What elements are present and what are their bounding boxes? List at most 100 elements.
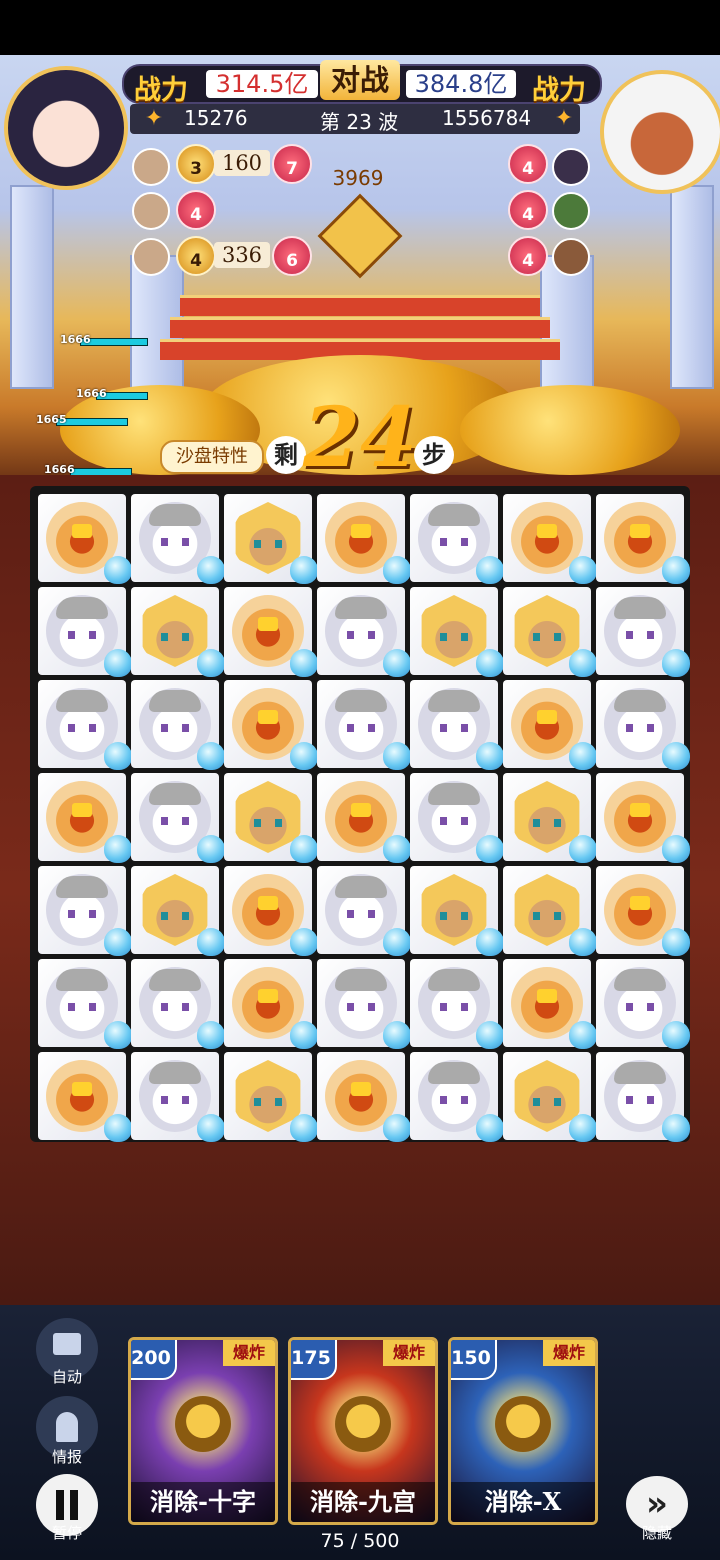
board-cell[interactable]: [410, 494, 504, 584]
board-cell[interactable]: [410, 773, 504, 863]
board-cell[interactable]: [317, 959, 411, 1049]
card-cost: 200: [131, 1340, 177, 1380]
star-icon: ✦: [554, 106, 574, 131]
slime-icon: [383, 928, 411, 956]
slime-icon: [104, 649, 132, 677]
slime-icon: [197, 556, 225, 584]
right-score: 1556784: [442, 106, 532, 130]
board-cell[interactable]: [317, 1052, 411, 1142]
board-cell[interactable]: [131, 587, 225, 677]
slime-icon: [569, 556, 597, 584]
opponent-avatar[interactable]: [600, 70, 720, 194]
board-cell[interactable]: [596, 1052, 690, 1142]
card-name: 消除-十字: [131, 1482, 275, 1522]
board-cell[interactable]: [131, 1052, 225, 1142]
castle-pillar: [670, 185, 714, 389]
enemy-skull-badge: 7: [272, 144, 312, 184]
board-cell[interactable]: [410, 866, 504, 956]
board-cell[interactable]: [38, 587, 132, 677]
board-cell[interactable]: [596, 680, 690, 770]
right-power-label: 战力: [532, 75, 586, 106]
skull-icon: [335, 1396, 391, 1452]
player-avatar[interactable]: [4, 66, 128, 190]
pause-icon: [56, 1490, 64, 1520]
board-cell[interactable]: [503, 866, 597, 956]
board-cell[interactable]: [224, 587, 318, 677]
board-cell[interactable]: [317, 494, 411, 584]
enemy-avatar[interactable]: [552, 238, 590, 276]
slime-icon: [476, 1114, 504, 1142]
board-cell[interactable]: [410, 680, 504, 770]
slime-icon: [383, 1021, 411, 1049]
board-cell[interactable]: [224, 494, 318, 584]
board-cell[interactable]: [131, 866, 225, 956]
board-cell[interactable]: [410, 959, 504, 1049]
slime-icon: [476, 928, 504, 956]
board-cell[interactable]: [224, 1052, 318, 1142]
skill-card[interactable]: 150 爆炸 消除-X: [448, 1337, 598, 1525]
board-cell[interactable]: [38, 866, 132, 956]
board-cell[interactable]: [596, 866, 690, 956]
board-cell[interactable]: [596, 494, 690, 584]
board-cell[interactable]: [38, 959, 132, 1049]
card-cost: 175: [291, 1340, 337, 1380]
board-cell[interactable]: [224, 773, 318, 863]
slime-icon: [569, 649, 597, 677]
board-cell[interactable]: [503, 494, 597, 584]
board-cell[interactable]: [224, 866, 318, 956]
board-cell[interactable]: [503, 773, 597, 863]
board-cell[interactable]: [38, 680, 132, 770]
board-cell[interactable]: [596, 587, 690, 677]
hero-avatar[interactable]: [132, 238, 170, 276]
slime-icon: [569, 1114, 597, 1142]
slime-icon: [290, 1021, 318, 1049]
card-cost: 150: [451, 1340, 497, 1380]
slime-icon: [290, 1114, 318, 1142]
board-cell[interactable]: [410, 1052, 504, 1142]
skill-card[interactable]: 175 爆炸 消除-九宫: [288, 1337, 438, 1525]
board-cell[interactable]: [317, 773, 411, 863]
slime-icon: [197, 742, 225, 770]
board-cell[interactable]: [131, 494, 225, 584]
board-cell[interactable]: [38, 494, 132, 584]
board-cell[interactable]: [317, 866, 411, 956]
steps-count: 24: [302, 390, 418, 486]
board-cell[interactable]: [503, 587, 597, 677]
stair-step: [180, 295, 540, 316]
hp-number: 1665: [36, 413, 67, 426]
hero-value: 336: [214, 242, 270, 268]
skill-card[interactable]: 200 爆炸 消除-十字: [128, 1337, 278, 1525]
gold-pile: [460, 385, 680, 475]
enemy-skull-badge: 6: [272, 236, 312, 276]
slime-icon: [290, 742, 318, 770]
left-score: 15276: [184, 106, 248, 130]
board-cell[interactable]: [596, 773, 690, 863]
vs-label: 对战: [320, 60, 400, 100]
board-cell[interactable]: [596, 959, 690, 1049]
board-cell[interactable]: [38, 773, 132, 863]
hero-avatar[interactable]: [132, 192, 170, 230]
enemy-skull-badge: 4: [176, 190, 216, 230]
board-cell[interactable]: [410, 587, 504, 677]
double-chevron-icon: »: [646, 1484, 668, 1524]
board-cell[interactable]: [224, 959, 318, 1049]
enemy-avatar[interactable]: [552, 148, 590, 186]
gold-skull-badge: 3: [176, 144, 216, 184]
hero-avatar[interactable]: [132, 148, 170, 186]
feature-label[interactable]: 沙盘特性: [160, 440, 264, 474]
board-cell[interactable]: [224, 680, 318, 770]
board-cell[interactable]: [503, 959, 597, 1049]
board-cell[interactable]: [503, 680, 597, 770]
board-cell[interactable]: [317, 587, 411, 677]
slime-icon: [383, 742, 411, 770]
slime-icon: [662, 742, 690, 770]
board-cell[interactable]: [503, 1052, 597, 1142]
board-cell[interactable]: [38, 1052, 132, 1142]
slime-icon: [662, 649, 690, 677]
board-cell[interactable]: [131, 959, 225, 1049]
slime-icon: [197, 1114, 225, 1142]
board-cell[interactable]: [317, 680, 411, 770]
board-cell[interactable]: [131, 773, 225, 863]
enemy-avatar[interactable]: [552, 192, 590, 230]
board-cell[interactable]: [131, 680, 225, 770]
